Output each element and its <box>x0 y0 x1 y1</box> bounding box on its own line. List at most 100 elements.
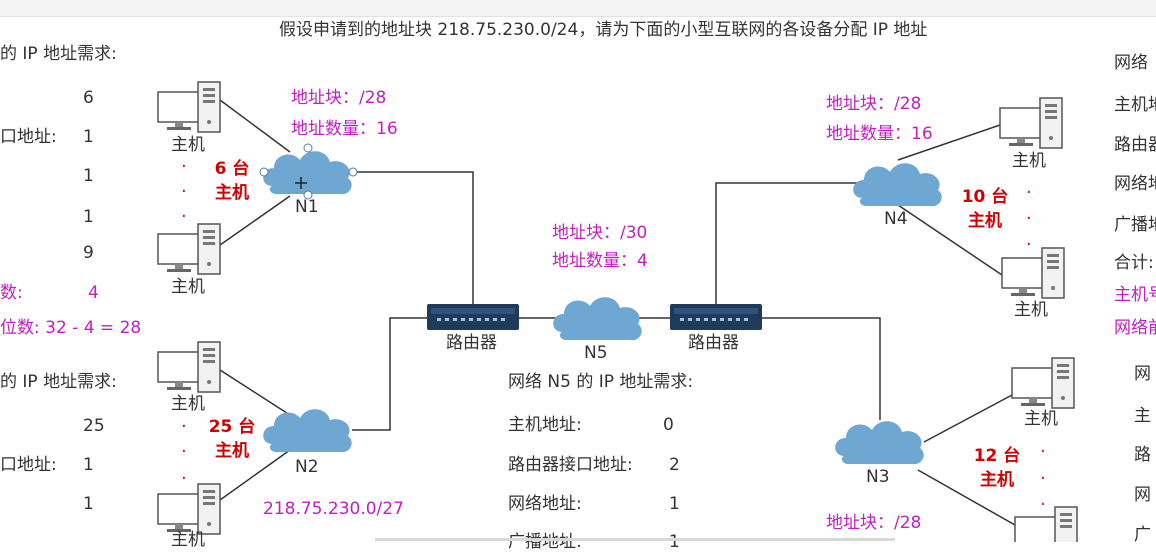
right-panel-line: 主 <box>1134 406 1151 426</box>
ellipsis-dot: · <box>181 206 187 227</box>
network-n2-cloud-icon <box>263 409 352 453</box>
n4-hosts-count: 10 台 主机 <box>956 185 1014 233</box>
n1-block-label: 地址块：/28 <box>291 88 387 108</box>
n5-name: N5 <box>584 343 608 363</box>
ellipsis-dot: · <box>181 156 187 177</box>
n3-name: N3 <box>866 467 890 487</box>
router-left-label: 路由器 <box>446 333 497 353</box>
n1-requirement-heading: 的 IP 地址需求: <box>0 44 117 64</box>
n2-hosts-count: 25 台 主机 <box>202 415 262 463</box>
host-n2-top-icon <box>157 341 221 393</box>
ellipsis-dot: · <box>1026 182 1032 203</box>
n4-block-label: 地址块：/28 <box>826 94 922 114</box>
right-panel-line: 广 <box>1134 525 1151 545</box>
n5-requirement-heading: 网络 N5 的 IP 地址需求: <box>508 372 694 392</box>
n2-hosts-count-line1: 25 台 <box>208 417 256 437</box>
n2-requirement-heading: 的 IP 地址需求: <box>0 372 117 392</box>
n2-name: N2 <box>295 457 319 477</box>
n2-hosts-count-line2: 主机 <box>215 441 249 461</box>
ellipsis-dot: · <box>1040 441 1046 462</box>
right-panel-line: 网络 <box>1114 53 1148 73</box>
host-n1-bottom-icon <box>157 223 221 275</box>
n4-hosts-count-line1: 10 台 <box>961 187 1009 207</box>
n1-router-label: 口地址: <box>0 127 57 147</box>
n3-hosts-count-line1: 12 台 <box>973 446 1021 466</box>
n4-host-top-label: 主机 <box>1012 151 1046 171</box>
host-n1-top-icon <box>157 81 221 133</box>
bottom-scrollbar[interactable] <box>375 538 895 541</box>
n3-hosts-count-line2: 主机 <box>980 470 1014 490</box>
n1-hosts-count: 6 台 主机 <box>207 157 257 205</box>
network-n1-cloud-icon <box>263 151 352 195</box>
n5-row-value: 1 <box>669 532 680 552</box>
right-panel-line: 网络前 <box>1114 318 1156 338</box>
n5-row-value: 1 <box>669 494 680 514</box>
n1-count-label: 地址数量：16 <box>291 119 398 139</box>
network-n3-cloud-icon <box>835 421 924 465</box>
n5-row-label: 广播地址: <box>508 532 582 552</box>
n1-prefix-formula: 位数: 32 - 4 = 28 <box>0 318 142 338</box>
n2-host-top-label: 主机 <box>171 394 205 414</box>
n2-host-bottom-label: 主机 <box>171 530 205 550</box>
host-n3-top-icon <box>1011 357 1075 409</box>
host-n4-top-icon <box>999 97 1063 149</box>
n2-assigned-block: 218.75.230.0/27 <box>263 499 404 519</box>
n4-host-bottom-label: 主机 <box>1014 300 1048 320</box>
network-n5-cloud-icon <box>553 297 642 341</box>
n5-row-label: 网络地址: <box>508 494 582 514</box>
ellipsis-dot: · <box>1040 494 1046 515</box>
host-n4-bottom-icon <box>1001 247 1065 299</box>
n2-network-value: 1 <box>83 494 94 514</box>
n1-router-value: 1 <box>83 127 94 147</box>
n3-block-label: 地址块：/28 <box>826 513 922 533</box>
right-panel-line: 路由器 <box>1114 135 1156 155</box>
router-left-icon <box>427 304 519 330</box>
ellipsis-dot: · <box>1026 208 1032 229</box>
n1-hosts-count-line2: 主机 <box>215 183 249 203</box>
n3-hosts-count: 12 台 主机 <box>968 444 1026 492</box>
n5-block-label: 地址块：/30 <box>552 223 648 243</box>
ellipsis-dot: · <box>181 468 187 489</box>
n1-network-value: 1 <box>83 166 94 186</box>
host-n3-bottom-icon <box>1014 506 1078 542</box>
n1-hostbits-label: 数: <box>0 283 23 303</box>
n4-hosts-count-line2: 主机 <box>968 211 1002 231</box>
n3-host-top-label: 主机 <box>1024 409 1058 429</box>
right-panel-line: 路 <box>1134 445 1151 465</box>
ellipsis-dot: · <box>1026 234 1032 255</box>
n5-row-value: 0 <box>663 415 674 435</box>
right-panel-line: 网络地 <box>1114 174 1156 194</box>
n5-row-label: 路由器接口地址: <box>508 455 633 475</box>
right-panel-line: 合计: <box>1114 253 1154 273</box>
router-right-label: 路由器 <box>688 333 739 353</box>
ellipsis-dot: · <box>181 441 187 462</box>
n2-hosts-value: 25 <box>83 416 105 436</box>
ellipsis-dot: · <box>1040 468 1046 489</box>
host-n2-bottom-icon <box>157 483 221 535</box>
ellipsis-dot: · <box>181 416 187 437</box>
router-right-icon <box>670 304 762 330</box>
n2-router-value: 1 <box>83 455 94 475</box>
right-panel-line: 广播地 <box>1114 215 1156 235</box>
right-panel-line: 主机地 <box>1114 95 1156 115</box>
n5-row-label: 主机地址: <box>508 415 582 435</box>
n2-router-label: 口地址: <box>0 455 57 475</box>
n5-count-label: 地址数量：4 <box>552 251 648 271</box>
right-panel-line: 网 <box>1134 364 1151 384</box>
n4-count-label: 地址数量：16 <box>826 124 933 144</box>
ellipsis-dot: · <box>181 181 187 202</box>
n1-host-bottom-label: 主机 <box>171 277 205 297</box>
n1-total-value: 9 <box>83 243 94 263</box>
n4-name: N4 <box>884 209 908 229</box>
n1-host-top-label: 主机 <box>171 135 205 155</box>
n1-hosts-value: 6 <box>83 88 94 108</box>
n1-hostbits-value: 4 <box>88 283 99 303</box>
n1-hosts-count-line1: 6 台 <box>214 159 250 179</box>
right-panel-line: 主机号 <box>1114 285 1156 305</box>
n5-row-value: 2 <box>669 455 680 475</box>
network-n4-cloud-icon <box>853 163 942 207</box>
page-title: 假设申请到的地址块 218.75.230.0/24，请为下面的小型互联网的各设备… <box>279 20 928 40</box>
right-panel-line: 网 <box>1134 485 1151 505</box>
n1-broadcast-value: 1 <box>83 207 94 227</box>
n1-name: N1 <box>295 197 319 217</box>
